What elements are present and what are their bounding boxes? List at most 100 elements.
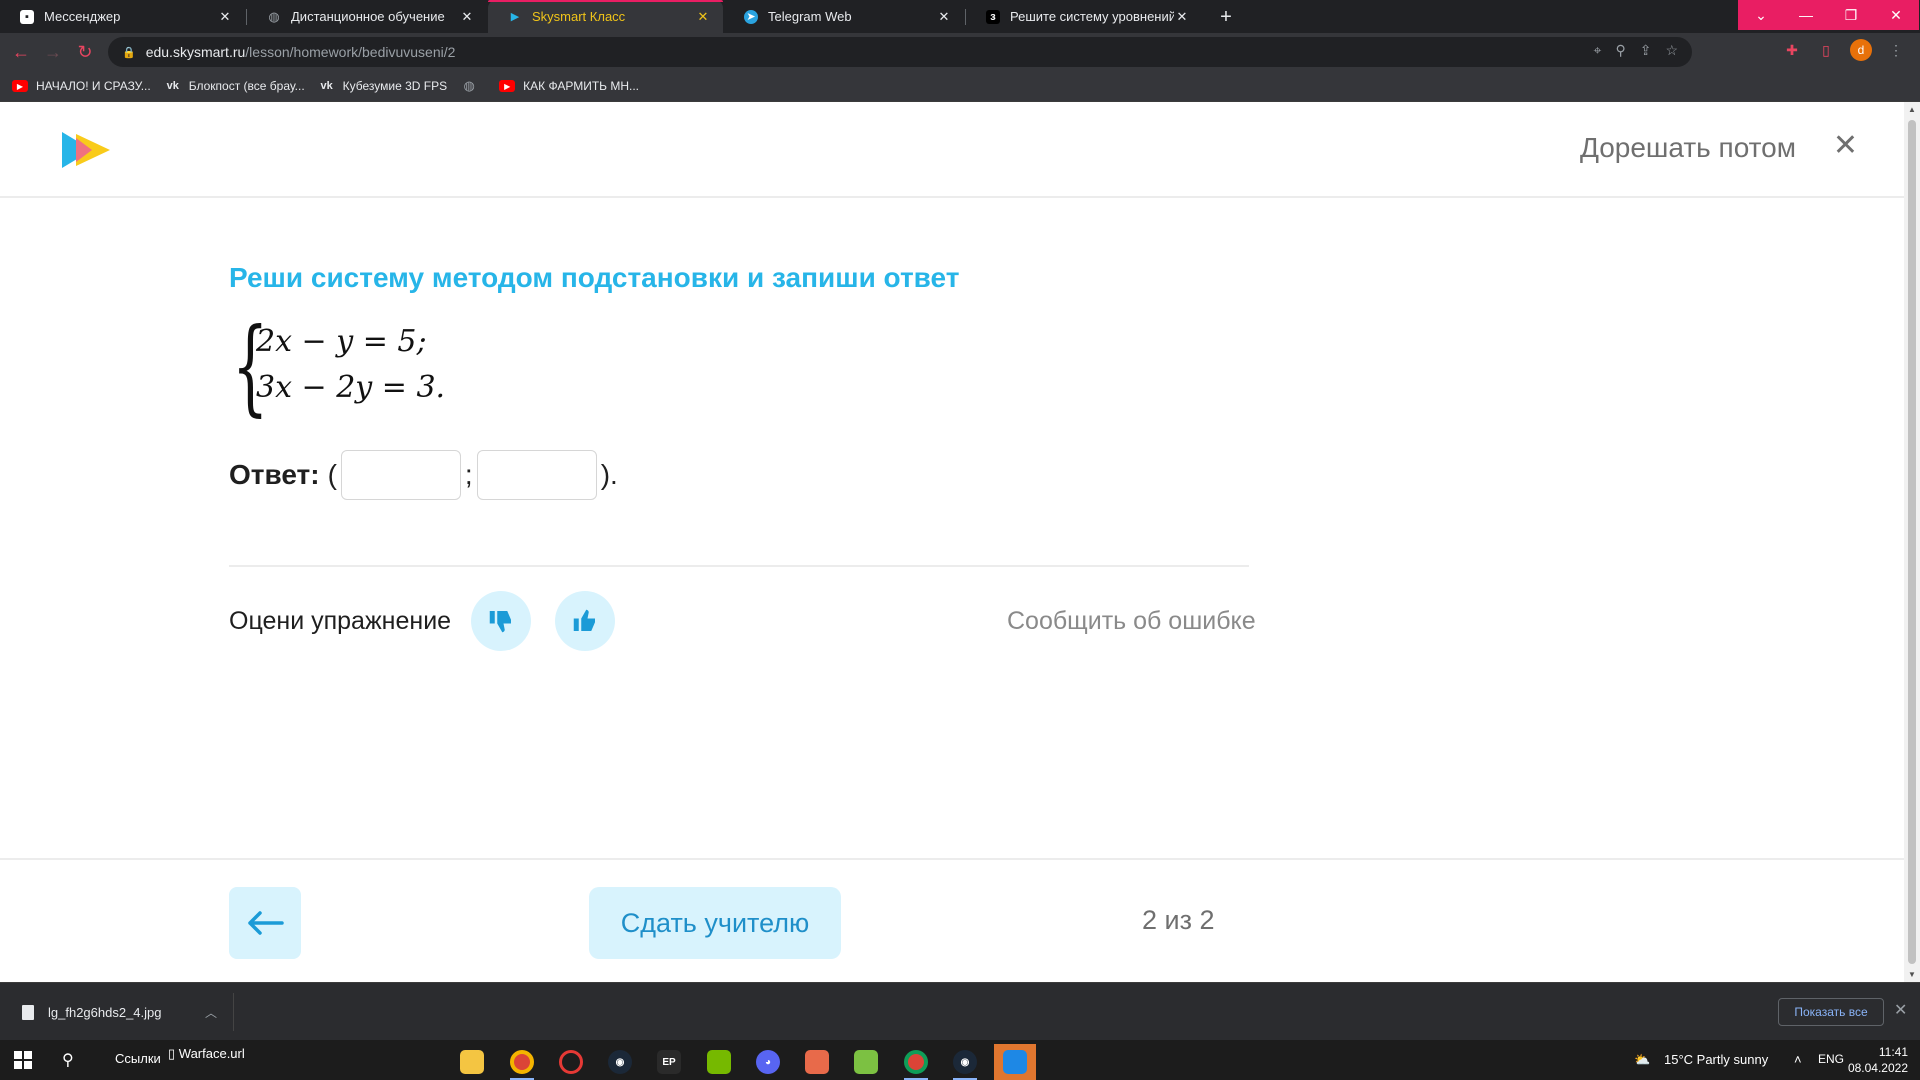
taskbar-nvidia[interactable] <box>699 1044 739 1080</box>
answer-separator: ; <box>464 459 473 490</box>
submit-to-teacher-button[interactable]: Сдать учителю <box>589 887 841 959</box>
answer-x-input[interactable] <box>340 450 461 500</box>
opera-icon <box>559 1050 583 1074</box>
bookmark-label: Блокпост (все брау... <box>188 79 305 93</box>
taskbar-steam[interactable]: ◉ <box>600 1044 640 1080</box>
window-close-button[interactable]: ✕ <box>1873 0 1919 30</box>
taskbar-chrome[interactable] <box>502 1044 542 1080</box>
location-icon[interactable]: ⌖ <box>1594 42 1602 59</box>
tab-label: Мессенджер <box>44 9 121 24</box>
answer-label: Ответ: <box>229 459 320 490</box>
bookmark-item[interactable]: vk Кубезумие 3D FPS <box>319 79 448 93</box>
bookmark-label: КАК ФАРМИТЬ МН... <box>523 79 640 93</box>
scroll-down-icon[interactable]: ▼ <box>1907 970 1917 979</box>
nvidia-icon <box>707 1050 731 1074</box>
page-scrollbar[interactable]: ▲ ▼ <box>1904 102 1920 982</box>
links-toolbar-label[interactable]: Ссылки <box>115 1051 161 1066</box>
skysmart-icon: ▶ <box>510 11 520 23</box>
bookmark-item[interactable]: ◍ <box>461 78 485 93</box>
taskbar-opera[interactable] <box>551 1044 591 1080</box>
rate-exercise-label: Оцени упражнение <box>229 607 452 635</box>
thumbs-up-button[interactable] <box>555 591 615 651</box>
bookmark-item[interactable]: ▶ КАК ФАРМИТЬ МН... <box>499 79 639 93</box>
footer-divider <box>0 858 1904 860</box>
tab-label: Telegram Web <box>768 9 852 24</box>
share-icon[interactable]: ⇪ <box>1640 42 1652 59</box>
taskbar-epic[interactable]: EP <box>649 1044 689 1080</box>
arrow-left-icon <box>248 911 284 935</box>
tab-znanija[interactable]: з Решите систему уровнений!!! у ✕ <box>966 0 1202 33</box>
new-tab-button[interactable]: + <box>1213 4 1239 30</box>
close-icon[interactable]: ✕ <box>1833 128 1858 163</box>
taskbar-chrome-profile[interactable] <box>896 1044 936 1080</box>
show-all-downloads-button[interactable]: Показать все <box>1778 998 1884 1026</box>
reload-icon[interactable]: ↻ <box>72 39 98 65</box>
tab-telegram[interactable]: ➤ Telegram Web ✕ <box>724 0 964 33</box>
steam-icon: ◉ <box>953 1050 977 1074</box>
taskbar-bluestacks[interactable] <box>846 1044 886 1080</box>
scroll-thumb[interactable] <box>1908 120 1916 964</box>
answer-y-input[interactable] <box>476 450 597 500</box>
weather-icon[interactable]: ⛅ <box>1634 1052 1650 1068</box>
close-icon[interactable]: ✕ <box>1174 9 1190 25</box>
report-error-link[interactable]: Сообщить об ошибке <box>1007 607 1256 636</box>
taskbar-explorer[interactable] <box>452 1044 492 1080</box>
tab-distance-learning[interactable]: ◍ Дистанционное обучение ✕ <box>247 0 487 33</box>
download-shelf: lg_fh2g6hds2_4.jpg ︿ Показать все ✕ <box>0 982 1920 1040</box>
side-panel-icon[interactable]: ▯ <box>1816 40 1836 60</box>
bookmark-item[interactable]: vk Блокпост (все брау... <box>165 79 305 93</box>
chevron-up-icon[interactable]: ︿ <box>205 1004 217 1021</box>
tab-search-chevron-icon[interactable]: ⌄ <box>1738 0 1784 30</box>
language-indicator[interactable]: ENG <box>1818 1052 1844 1066</box>
taskbar-warface[interactable] <box>994 1044 1036 1080</box>
weather-text[interactable]: 15°C Partly sunny <box>1664 1052 1768 1067</box>
thumbs-down-button[interactable] <box>471 591 531 651</box>
menu-dots-icon[interactable]: ⋮ <box>1886 40 1906 60</box>
scroll-up-icon[interactable]: ▲ <box>1907 105 1917 114</box>
tab-skysmart[interactable]: ▶ Skysmart Класс ✕ <box>488 0 723 33</box>
taskbar-steam-2[interactable]: ◉ <box>945 1044 985 1080</box>
bookmark-label: НАЧАЛО! И СРАЗУ... <box>36 79 151 93</box>
tab-label: Решите систему уровнений!!! у <box>1010 9 1174 24</box>
close-icon[interactable]: ✕ <box>1894 1000 1907 1020</box>
pinned-file-link[interactable]: ▯ Warface.url <box>168 1046 245 1062</box>
lock-icon: 🔒 <box>122 46 136 59</box>
zoom-icon[interactable]: ⚲ <box>1615 42 1625 59</box>
windows-taskbar: ⚲ Ссылки ▯ Warface.url ◉ EP ◕ ◉ ⛅ 15°C P… <box>0 1040 1920 1080</box>
system-clock[interactable]: 11:41 08.04.2022 <box>1848 1044 1908 1076</box>
minimize-button[interactable]: — <box>1783 0 1829 30</box>
taskbar-game[interactable] <box>797 1044 837 1080</box>
solve-later-link[interactable]: Дорешать потом <box>1580 132 1796 164</box>
section-divider <box>229 565 1249 567</box>
page-counter: 2 из 2 <box>1142 905 1215 935</box>
restore-button[interactable]: ❐ <box>1828 0 1874 30</box>
clock-date: 08.04.2022 <box>1847 1061 1908 1075</box>
youtube-icon: ▶ <box>499 80 516 92</box>
bluestacks-icon <box>854 1050 878 1074</box>
close-icon[interactable]: ✕ <box>695 9 711 25</box>
file-icon: ▯ <box>168 1046 176 1061</box>
telegram-icon: ➤ <box>744 9 758 24</box>
forward-arrow-icon[interactable]: → <box>40 39 66 65</box>
close-icon[interactable]: ✕ <box>459 9 475 25</box>
avatar[interactable]: d <box>1850 39 1872 61</box>
close-icon[interactable]: ✕ <box>217 9 233 25</box>
steam-icon: ◉ <box>608 1050 632 1074</box>
youtube-icon: ▶ <box>12 80 28 92</box>
extensions-puzzle-icon[interactable]: ✚ <box>1782 40 1802 60</box>
back-arrow-icon[interactable]: ← <box>8 39 34 65</box>
skysmart-logo-icon[interactable] <box>62 132 112 168</box>
search-icon[interactable]: ⚲ <box>62 1050 74 1070</box>
close-icon[interactable]: ✕ <box>936 9 952 25</box>
answer-row: Ответ: ( ; ). <box>229 450 618 500</box>
tab-messenger[interactable]: ▪ Мессенджер ✕ <box>0 0 245 33</box>
chevron-up-icon[interactable]: ˄ <box>1794 1052 1802 1067</box>
bookmark-item[interactable]: ▶ НАЧАЛО! И СРАЗУ... <box>12 79 151 93</box>
taskbar-discord[interactable]: ◕ <box>748 1044 788 1080</box>
download-item[interactable]: lg_fh2g6hds2_4.jpg ︿ <box>12 993 234 1031</box>
url-host: edu.skysmart.ru <box>145 44 246 60</box>
address-bar[interactable]: 🔒 edu.skysmart.ru/lesson/homework/bedivu… <box>108 37 1692 67</box>
bookmark-star-icon[interactable]: ☆ <box>1665 42 1678 59</box>
windows-start-icon[interactable] <box>14 1051 32 1069</box>
previous-button[interactable] <box>229 887 301 959</box>
